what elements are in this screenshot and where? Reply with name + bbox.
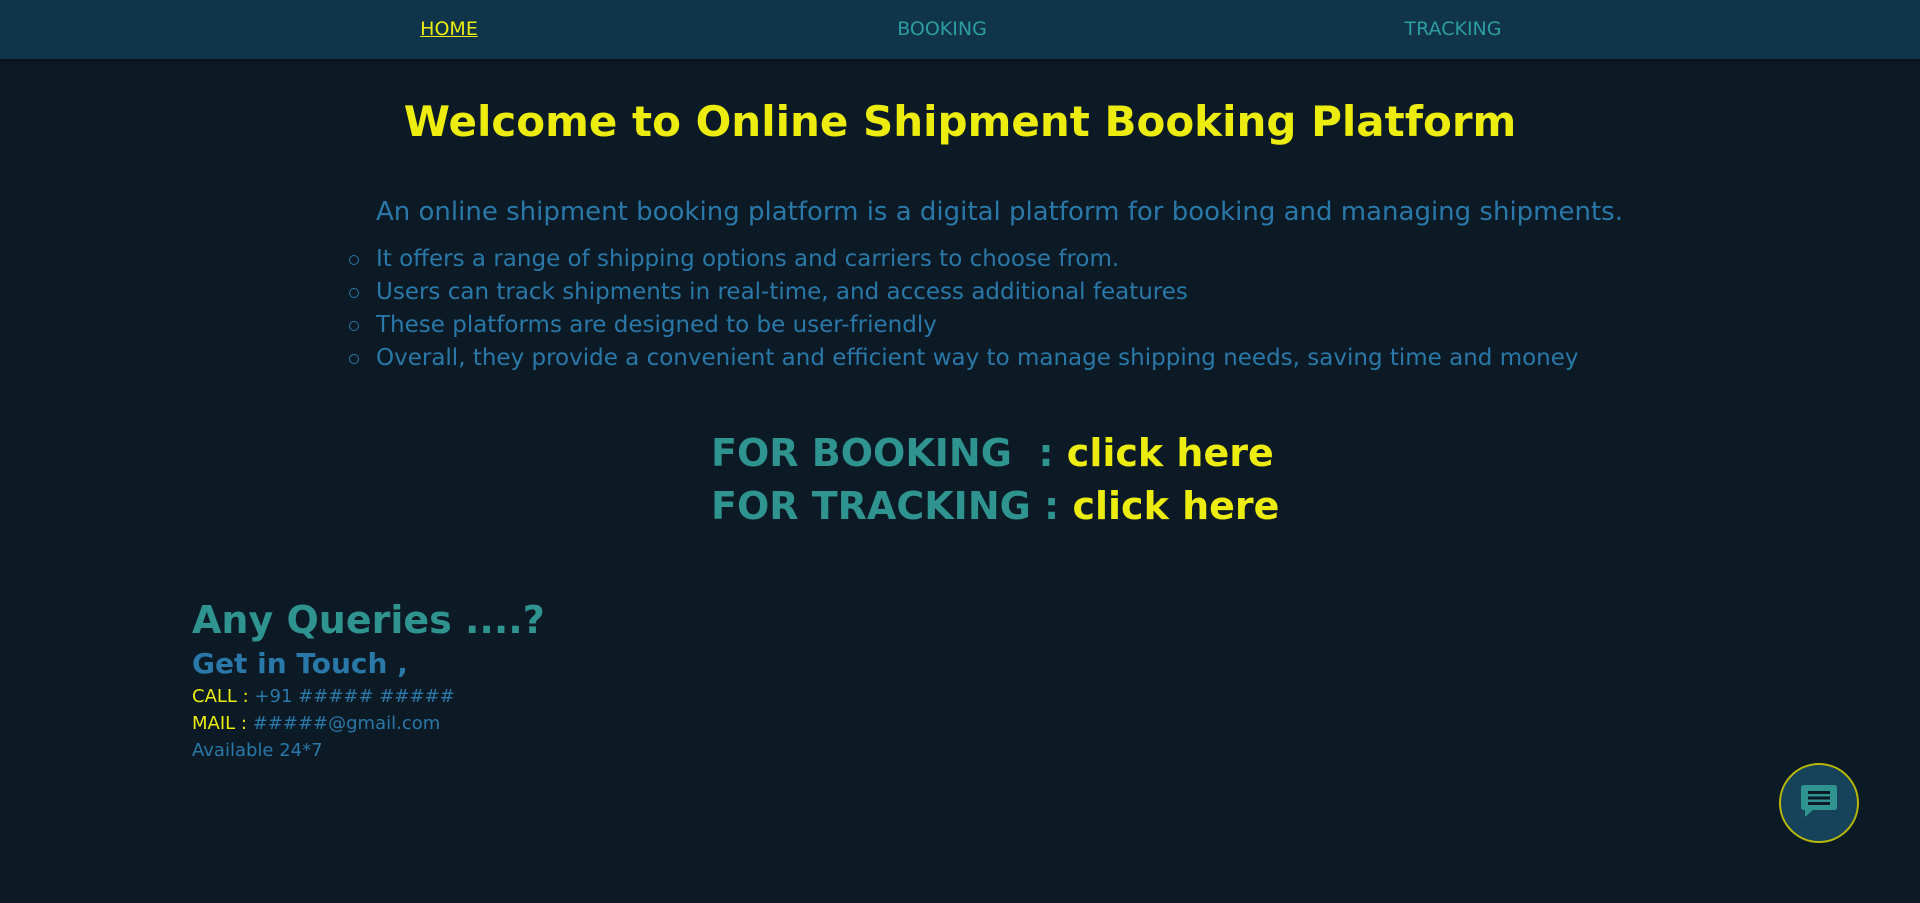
- booking-cta-label: FOR BOOKING :: [711, 431, 1067, 475]
- list-item: Users can track shipments in real-time, …: [349, 276, 1579, 309]
- feature-text: Overall, they provide a convenient and e…: [376, 345, 1579, 371]
- feature-list: It offers a range of shipping options an…: [349, 243, 1579, 375]
- nav-link-booking[interactable]: BOOKING: [897, 0, 987, 59]
- mail-line: MAIL : #####@gmail.com: [192, 710, 545, 737]
- list-item: Overall, they provide a convenient and e…: [349, 342, 1579, 375]
- get-in-touch-heading: Get in Touch ,: [192, 647, 408, 680]
- bullet-icon: [349, 288, 359, 298]
- queries-heading: Any Queries ....?: [192, 598, 545, 642]
- bullet-icon: [349, 255, 359, 265]
- page-title: Welcome to Online Shipment Booking Platf…: [403, 97, 1517, 146]
- call-label: CALL :: [192, 686, 255, 707]
- email-address: #####@gmail.com: [252, 713, 441, 734]
- bullet-icon: [349, 354, 359, 364]
- top-navbar: HOME BOOKING TRACKING: [0, 0, 1920, 59]
- call-line: CALL : +91 ##### #####: [192, 683, 545, 710]
- nav-link-home[interactable]: HOME: [420, 0, 478, 59]
- tracking-cta: FOR TRACKING : click here: [711, 480, 1279, 532]
- list-item: It offers a range of shipping options an…: [349, 243, 1579, 276]
- feature-text: It offers a range of shipping options an…: [376, 246, 1120, 272]
- list-item: These platforms are designed to be user-…: [349, 309, 1579, 342]
- tracking-click-here-link[interactable]: click here: [1072, 484, 1279, 528]
- feature-text: These platforms are designed to be user-…: [376, 312, 937, 338]
- booking-cta: FOR BOOKING : click here: [711, 427, 1274, 479]
- mail-label: MAIL :: [192, 713, 253, 734]
- feature-text: Users can track shipments in real-time, …: [376, 279, 1188, 305]
- contact-section: Any Queries ....? Get in Touch , CALL : …: [192, 595, 545, 764]
- bullet-icon: [349, 321, 359, 331]
- nav-link-tracking[interactable]: TRACKING: [1405, 0, 1502, 59]
- chat-bubble-icon: [1799, 782, 1839, 824]
- phone-number: +91 ##### #####: [254, 686, 455, 707]
- availability-text: Available 24*7: [192, 740, 323, 761]
- booking-click-here-link[interactable]: click here: [1067, 431, 1274, 475]
- intro-paragraph: An online shipment booking platform is a…: [376, 197, 1623, 227]
- chat-button[interactable]: [1779, 763, 1859, 843]
- tracking-cta-label: FOR TRACKING :: [711, 484, 1073, 528]
